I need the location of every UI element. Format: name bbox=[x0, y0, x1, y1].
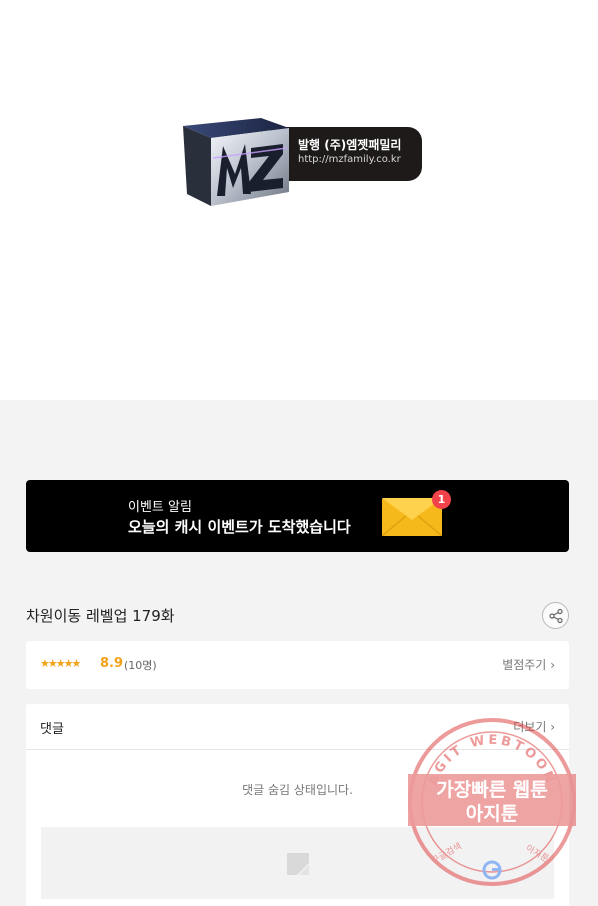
event-label: 이벤트 알림 bbox=[128, 500, 192, 515]
event-banner[interactable]: 이벤트 알림 오늘의 캐시 이벤트가 도착했습니다 1 bbox=[26, 480, 569, 552]
rating-card: ★★★★★ 8.9 (10명) 별점주기 › bbox=[26, 641, 569, 689]
mz-logo-icon bbox=[183, 118, 289, 206]
rate-button[interactable]: 별점주기 › bbox=[502, 656, 555, 673]
rating-score: 8.9 bbox=[100, 656, 124, 671]
publisher-logo: 발행 (주)엠젯패밀리 http://mzfamily.co.kr bbox=[180, 112, 430, 212]
publisher-url: http://mzfamily.co.kr bbox=[298, 154, 401, 165]
rating-stars: ★★★★★ bbox=[40, 657, 81, 670]
event-title: 오늘의 캐시 이벤트가 도착했습니다 bbox=[128, 518, 351, 536]
share-icon bbox=[549, 608, 563, 624]
comment-placeholder-icon bbox=[287, 853, 309, 875]
rate-button-label: 별점주기 bbox=[502, 658, 547, 672]
stamp-line2: 아지툰 bbox=[466, 803, 518, 825]
google-icon bbox=[482, 860, 502, 880]
chevron-right-icon: › bbox=[550, 658, 555, 672]
publisher-name: 발행 (주)엠젯패밀리 bbox=[298, 138, 402, 152]
stamp-line1: 가장빠른 웹툰 bbox=[436, 779, 548, 801]
notification-badge: 1 bbox=[432, 490, 451, 509]
watermark-stamp: AGIT WEBTOON 가장빠른 웹툰 아지툰 구글검색 아지툰 bbox=[408, 718, 576, 886]
comments-title: 댓글 bbox=[40, 722, 64, 737]
share-button[interactable] bbox=[542, 602, 569, 629]
episode-title: 차원이동 레벨업 179화 bbox=[26, 607, 175, 625]
rating-count: (10명) bbox=[124, 659, 157, 672]
viewer-image-area: 발행 (주)엠젯패밀리 http://mzfamily.co.kr bbox=[0, 0, 598, 400]
